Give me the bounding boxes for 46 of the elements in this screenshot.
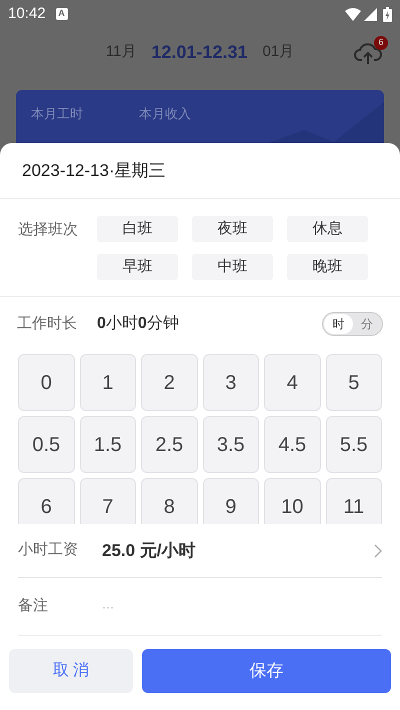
number-key[interactable]: 2.5 xyxy=(141,416,198,473)
cancel-button[interactable]: 取 消 xyxy=(9,649,133,693)
field-label: 选择班次 xyxy=(18,220,79,240)
summary-label: 本月收入 xyxy=(139,105,191,123)
number-key[interactable]: 1.5 xyxy=(80,416,136,473)
duration-value: 0小时0分钟 xyxy=(97,314,179,334)
number-key[interactable]: 7 xyxy=(80,478,136,524)
current-period: 12.01-12.31 xyxy=(151,40,248,64)
count-badge: 6 xyxy=(374,36,388,50)
remark-field[interactable]: ··· xyxy=(102,598,382,616)
wifi-icon xyxy=(345,8,361,20)
unit-option[interactable]: 时 xyxy=(324,314,352,334)
summary-label: 本月工时 xyxy=(31,105,83,123)
number-key[interactable]: 3 xyxy=(202,354,259,411)
number-key[interactable]: 3.5 xyxy=(202,416,259,473)
shift-option[interactable]: 中班 xyxy=(192,254,273,280)
number-key[interactable]: 10 xyxy=(264,478,320,524)
shift-option[interactable]: 晚班 xyxy=(287,254,368,280)
number-key[interactable]: 1 xyxy=(80,354,136,411)
notification-icon: A xyxy=(56,8,68,20)
shift-option[interactable]: 白班 xyxy=(97,216,178,242)
number-key[interactable]: 2 xyxy=(141,354,198,411)
shift-option[interactable]: 夜班 xyxy=(192,216,273,242)
number-key[interactable]: 5.5 xyxy=(326,416,382,473)
number-key[interactable]: 9 xyxy=(202,478,259,524)
wage-value[interactable]: 25.0 元/小时 xyxy=(102,538,196,564)
number-key[interactable]: 4 xyxy=(264,354,320,411)
number-key[interactable]: 0.5 xyxy=(18,416,74,473)
status-time: 10:42 xyxy=(8,4,46,24)
number-key[interactable]: 0 xyxy=(18,354,74,411)
sheet-date: 2023-12-13·星期三 xyxy=(22,160,166,182)
field-label: 备注 xyxy=(18,596,49,616)
battery-icon xyxy=(383,6,392,22)
signal-icon xyxy=(364,8,377,20)
chevron-right-icon xyxy=(374,544,382,558)
unit-option[interactable]: 分 xyxy=(352,314,381,334)
number-key[interactable]: 4.5 xyxy=(264,416,320,473)
field-label: 小时工资 xyxy=(18,540,79,560)
number-key[interactable]: 5 xyxy=(326,354,382,411)
number-key[interactable]: 6 xyxy=(18,478,74,524)
shift-option[interactable]: 休息 xyxy=(287,216,368,242)
number-key[interactable]: 11 xyxy=(326,478,382,524)
field-label: 工作时长 xyxy=(17,314,78,334)
save-button[interactable]: 保存 xyxy=(142,649,391,693)
number-key[interactable]: 8 xyxy=(141,478,198,524)
shift-option[interactable]: 早班 xyxy=(97,254,178,280)
